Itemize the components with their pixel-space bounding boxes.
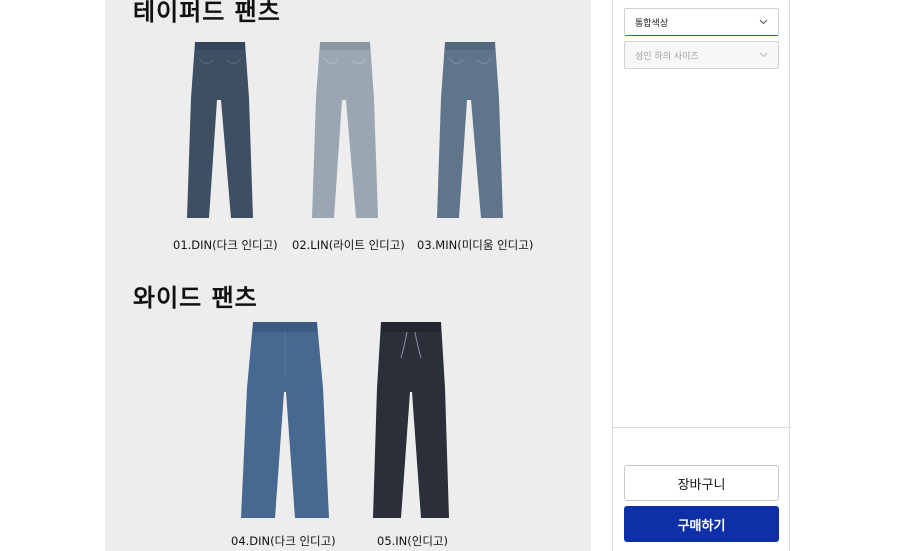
jeans-shape — [187, 42, 253, 218]
divider — [613, 427, 791, 428]
jeans-label-03: 03.MIN(미디움 인디고) — [417, 238, 534, 252]
product-page: 테이퍼드 팬츠 01.DIN(다크 인디고) 02.LIN(라이트 인디고) 0… — [0, 0, 900, 551]
jeans-label-01: 01.DIN(다크 인디고) — [173, 238, 278, 252]
jeans-label-05: 05.IN(인디고) — [377, 534, 448, 548]
jeans-image-din — [183, 38, 257, 222]
chevron-down-icon — [759, 17, 768, 26]
add-to-cart-button[interactable]: 장바구니 — [624, 465, 779, 501]
jeans-image-wide-din — [239, 318, 331, 522]
color-select[interactable]: 통합색상 — [624, 8, 779, 36]
jeans-label-04: 04.DIN(다크 인디고) — [231, 534, 336, 548]
color-select-value: 통합색상 — [635, 18, 669, 29]
product-detail-image: 테이퍼드 팬츠 01.DIN(다크 인디고) 02.LIN(라이트 인디고) 0… — [105, 0, 591, 551]
jeans-image-wide-in — [371, 318, 451, 522]
size-select-placeholder: 성인 하의 사이즈 — [635, 51, 699, 62]
purchase-side-panel: 통합색상 성인 하의 사이즈 장바구니 구매하기 — [612, 0, 791, 551]
jeans-image-lin — [308, 38, 382, 222]
jeans-image-min — [433, 38, 507, 222]
buy-now-button[interactable]: 구매하기 — [624, 506, 779, 542]
tapered-pants-title: 테이퍼드 팬츠 — [133, 0, 281, 26]
chevron-down-icon — [759, 50, 768, 59]
size-select[interactable]: 성인 하의 사이즈 — [624, 41, 779, 69]
jeans-label-02: 02.LIN(라이트 인디고) — [292, 238, 405, 252]
wide-pants-title: 와이드 팬츠 — [133, 284, 258, 312]
